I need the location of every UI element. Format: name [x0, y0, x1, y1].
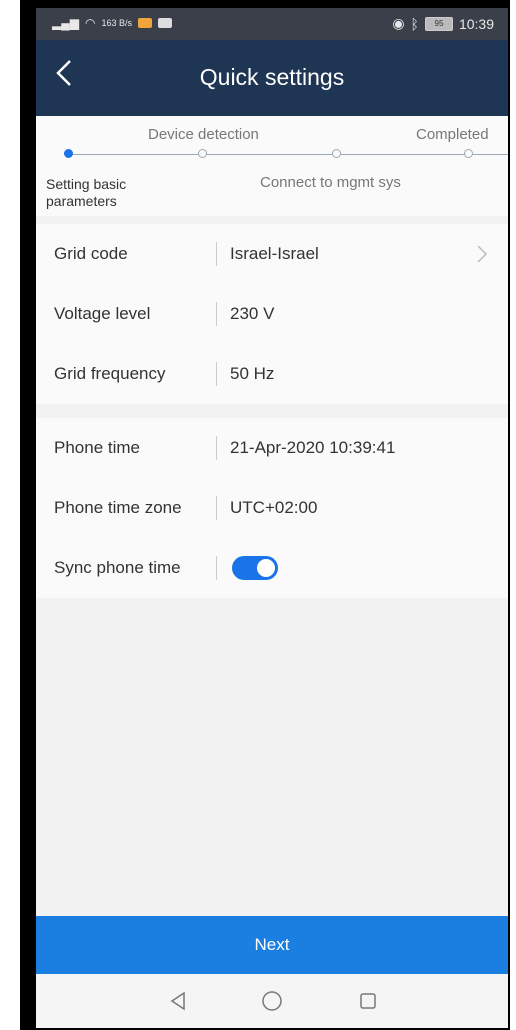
network-speed: 163 B/s	[101, 18, 132, 28]
step-dot	[464, 149, 473, 158]
divider	[216, 556, 217, 580]
phone-time-row: Phone time 21-Apr-2020 10:39:41	[36, 418, 508, 478]
stepper-line	[68, 154, 508, 155]
divider	[216, 436, 217, 460]
sync-phone-time-toggle[interactable]	[232, 556, 278, 580]
voltage-level-row: Voltage level 230 V	[36, 284, 508, 344]
signal-icon: ▂▄▆	[52, 16, 79, 30]
toggle-knob	[257, 559, 275, 577]
grid-frequency-value: 50 Hz	[230, 364, 275, 383]
step-label-connect: Connect to mgmt sys	[260, 174, 401, 191]
nav-recents-icon[interactable]	[356, 989, 380, 1013]
step-label-setting-basic: Setting basic parameters	[46, 176, 127, 209]
divider	[216, 362, 217, 386]
divider	[216, 242, 217, 266]
voltage-level-label: Voltage level	[54, 304, 151, 323]
next-button[interactable]: Next	[36, 916, 508, 974]
notification-icon	[137, 18, 152, 28]
chevron-right-icon	[477, 245, 488, 263]
divider	[216, 302, 217, 326]
sync-phone-time-row: Sync phone time	[36, 538, 508, 598]
phone-time-zone-label: Phone time zone	[54, 498, 182, 517]
sync-phone-time-label: Sync phone time	[54, 558, 181, 577]
step-dot-active	[64, 149, 73, 158]
clock: 10:39	[458, 15, 494, 32]
phone-time-zone-value: UTC+02:00	[230, 498, 318, 517]
phone-time-value: 21-Apr-2020 10:39:41	[230, 438, 396, 457]
page-title: Quick settings	[199, 64, 345, 90]
device-frame: ▂▄▆ ◠ 163 B/s ◉ ᛒ 95 10:39 Quick setting…	[20, 0, 510, 1030]
wifi-icon: ◠	[84, 16, 96, 30]
system-nav-bar	[36, 974, 508, 1028]
grid-frequency-row: Grid frequency 50 Hz	[36, 344, 508, 404]
phone-screen: ▂▄▆ ◠ 163 B/s ◉ ᛒ 95 10:39 Quick setting…	[36, 8, 508, 1028]
step-label-device-detection: Device detection	[148, 126, 259, 143]
time-settings-card: Phone time 21-Apr-2020 10:39:41 Phone ti…	[36, 418, 508, 598]
step-dot	[198, 149, 207, 158]
nav-home-icon[interactable]	[260, 989, 284, 1013]
grid-frequency-label: Grid frequency	[54, 364, 166, 383]
progress-stepper: Device detection Completed Setting basic…	[36, 116, 508, 216]
battery-icon: 95	[424, 16, 453, 31]
phone-time-zone-row: Phone time zone UTC+02:00	[36, 478, 508, 538]
status-bar: ▂▄▆ ◠ 163 B/s ◉ ᛒ 95 10:39	[36, 8, 508, 40]
divider	[216, 496, 217, 520]
eye-icon: ◉	[392, 15, 405, 31]
status-right: ◉ ᛒ 95 10:39	[392, 15, 494, 32]
grid-settings-card: Grid code Israel-Israel Voltage level 23…	[36, 224, 508, 404]
grid-code-label: Grid code	[54, 244, 128, 263]
voltage-level-value: 230 V	[230, 304, 275, 323]
app-bar: Quick settings	[36, 40, 508, 116]
step-dot	[332, 149, 341, 158]
grid-code-row[interactable]: Grid code Israel-Israel	[36, 224, 508, 284]
status-left: ▂▄▆ ◠ 163 B/s	[52, 16, 172, 30]
mail-icon	[157, 18, 172, 28]
nav-back-icon[interactable]	[166, 989, 190, 1013]
phone-time-label: Phone time	[54, 438, 140, 457]
grid-code-value: Israel-Israel	[230, 244, 319, 263]
bluetooth-icon: ᛒ	[410, 15, 419, 32]
step-label-completed: Completed	[416, 126, 489, 143]
